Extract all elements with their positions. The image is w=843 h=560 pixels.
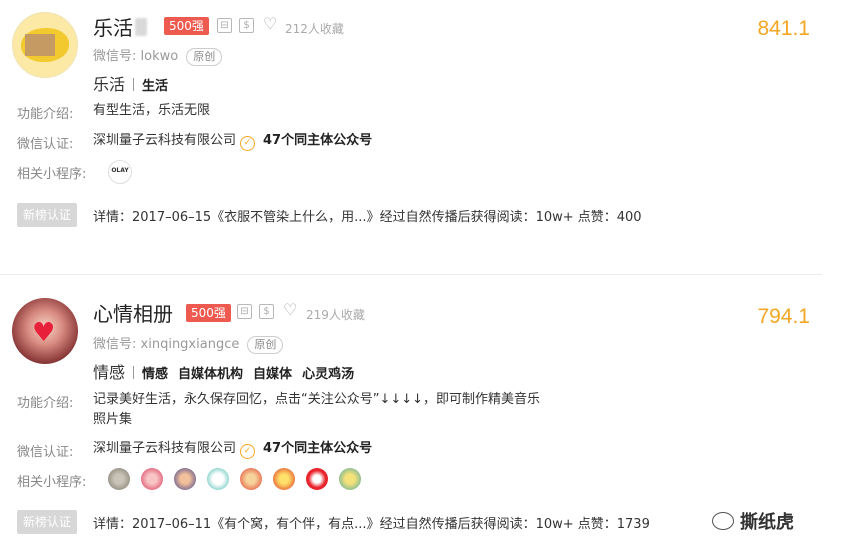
wechat-id-label: 微信号:	[93, 337, 137, 352]
intro-text: 有型生活，乐活无限	[93, 103, 211, 118]
tag[interactable]: 生活	[142, 79, 168, 94]
cert-label: 微信认证:	[17, 137, 74, 152]
mini-app-icon[interactable]	[207, 468, 229, 490]
same-entity-link[interactable]: 47个同主体公众号	[263, 133, 372, 148]
original-badge: 原创	[247, 336, 284, 354]
new-rank-cert-badge: 新榜认证	[17, 510, 77, 534]
account-name[interactable]: 乐活	[93, 12, 147, 41]
heart-photo-icon: ♥	[32, 318, 56, 348]
qrcode-icon[interactable]: ⊟	[237, 304, 252, 319]
cert-label: 微信认证:	[17, 445, 74, 460]
watermark-text: 撕纸虎	[740, 512, 794, 533]
cert-company[interactable]: 深圳量子云科技有限公司	[93, 133, 236, 148]
dollar-icon[interactable]: $	[259, 304, 274, 319]
detail-text[interactable]: 详情：2017–06–11《有个窝，有个伴，有点...》经过自然传播后获得阅读：…	[93, 513, 650, 532]
top500-badge: 500强	[164, 17, 209, 35]
mini-app-icon[interactable]	[273, 468, 295, 490]
wechat-id-row: 微信号: xinqingxiangce 原创	[93, 333, 284, 354]
avatar-mosaic	[25, 34, 55, 56]
category: 乐活	[93, 75, 126, 94]
wechat-id-label: 微信号:	[93, 49, 137, 64]
cert-row: 深圳量子云科技有限公司 ✓ 47个同主体公众号	[93, 131, 372, 151]
favorites-count: 212人收藏	[285, 22, 344, 36]
watermark: 撕纸虎	[712, 508, 794, 534]
mini-app-icon[interactable]	[141, 468, 163, 490]
divider	[133, 78, 135, 91]
avatar[interactable]	[12, 12, 78, 78]
intro-line: 记录美好生活，永久保存回忆，点击“关注公众号”↓↓↓↓，即可制作精美音乐	[93, 392, 541, 407]
mini-app-icon[interactable]	[339, 468, 361, 490]
mini-app-icon[interactable]	[108, 468, 130, 490]
mini-app-icon[interactable]	[174, 468, 196, 490]
intro-label: 功能介绍:	[17, 396, 74, 411]
score: 794.1	[757, 305, 810, 328]
detail-text[interactable]: 详情：2017–06–15《衣服不管染上什么，用...》经过自然传播后获得阅读：…	[93, 206, 642, 225]
tag[interactable]: 自媒体机构	[178, 367, 243, 382]
favorites-count: 219人收藏	[306, 308, 365, 322]
account-name-text: 乐活	[93, 16, 133, 40]
tag[interactable]: 自媒体	[253, 367, 292, 382]
qrcode-icon[interactable]: ⊟	[217, 18, 232, 33]
mini-app-icon[interactable]	[240, 468, 262, 490]
account-card-lehuo: 乐活 500强 ⊟ $ ♡ 212人收藏 841.1 微信号: lokwo 原创 …	[0, 0, 822, 250]
mini-app-icon[interactable]	[306, 468, 328, 490]
intro-label: 功能介绍:	[17, 107, 74, 122]
category: 情感	[93, 363, 126, 382]
cert-company[interactable]: 深圳量子云科技有限公司	[93, 441, 236, 456]
intro-text: 记录美好生活，永久保存回忆，点击“关注公众号”↓↓↓↓，即可制作精美音乐 照片集	[93, 390, 540, 430]
verified-check-icon: ✓	[240, 444, 256, 459]
verified-check-icon: ✓	[240, 136, 256, 151]
redacted-mark	[135, 18, 147, 36]
divider	[133, 366, 135, 379]
account-card-xinqingxiangce: ♥ 心情相册 500强 ⊟ $ ♡ 219人收藏 794.1 微信号: xinq…	[0, 282, 822, 560]
new-rank-cert-badge: 新榜认证	[17, 203, 77, 227]
mini-program-list: OLAY	[108, 160, 132, 184]
heart-icon[interactable]: ♡	[263, 16, 277, 32]
intro-line: 照片集	[93, 412, 133, 427]
category-row: 乐活 生活	[93, 71, 178, 95]
mini-program-label: 相关小程序:	[17, 475, 87, 490]
cert-row: 深圳量子云科技有限公司 ✓ 47个同主体公众号	[93, 439, 372, 459]
account-name[interactable]: 心情相册	[93, 298, 173, 327]
avatar[interactable]: ♥	[12, 298, 78, 364]
tag[interactable]: 心灵鸡汤	[302, 367, 354, 382]
card-divider	[0, 274, 822, 275]
tag[interactable]: 情感	[142, 367, 168, 382]
original-badge: 原创	[186, 48, 223, 66]
heart-icon[interactable]: ♡	[283, 302, 297, 318]
mini-program-list	[108, 468, 361, 490]
wechat-logo-icon	[712, 512, 734, 530]
wechat-id: lokwo	[140, 49, 179, 64]
category-row: 情感 情感 自媒体机构 自媒体 心灵鸡汤	[93, 359, 364, 383]
wechat-id: xinqingxiangce	[140, 337, 240, 352]
score: 841.1	[757, 17, 810, 40]
mini-app-olay-icon[interactable]: OLAY	[108, 160, 132, 184]
dollar-icon[interactable]: $	[239, 18, 254, 33]
same-entity-link[interactable]: 47个同主体公众号	[263, 441, 372, 456]
top500-badge: 500强	[186, 304, 231, 322]
wechat-id-row: 微信号: lokwo 原创	[93, 45, 223, 66]
mini-program-label: 相关小程序:	[17, 167, 87, 182]
